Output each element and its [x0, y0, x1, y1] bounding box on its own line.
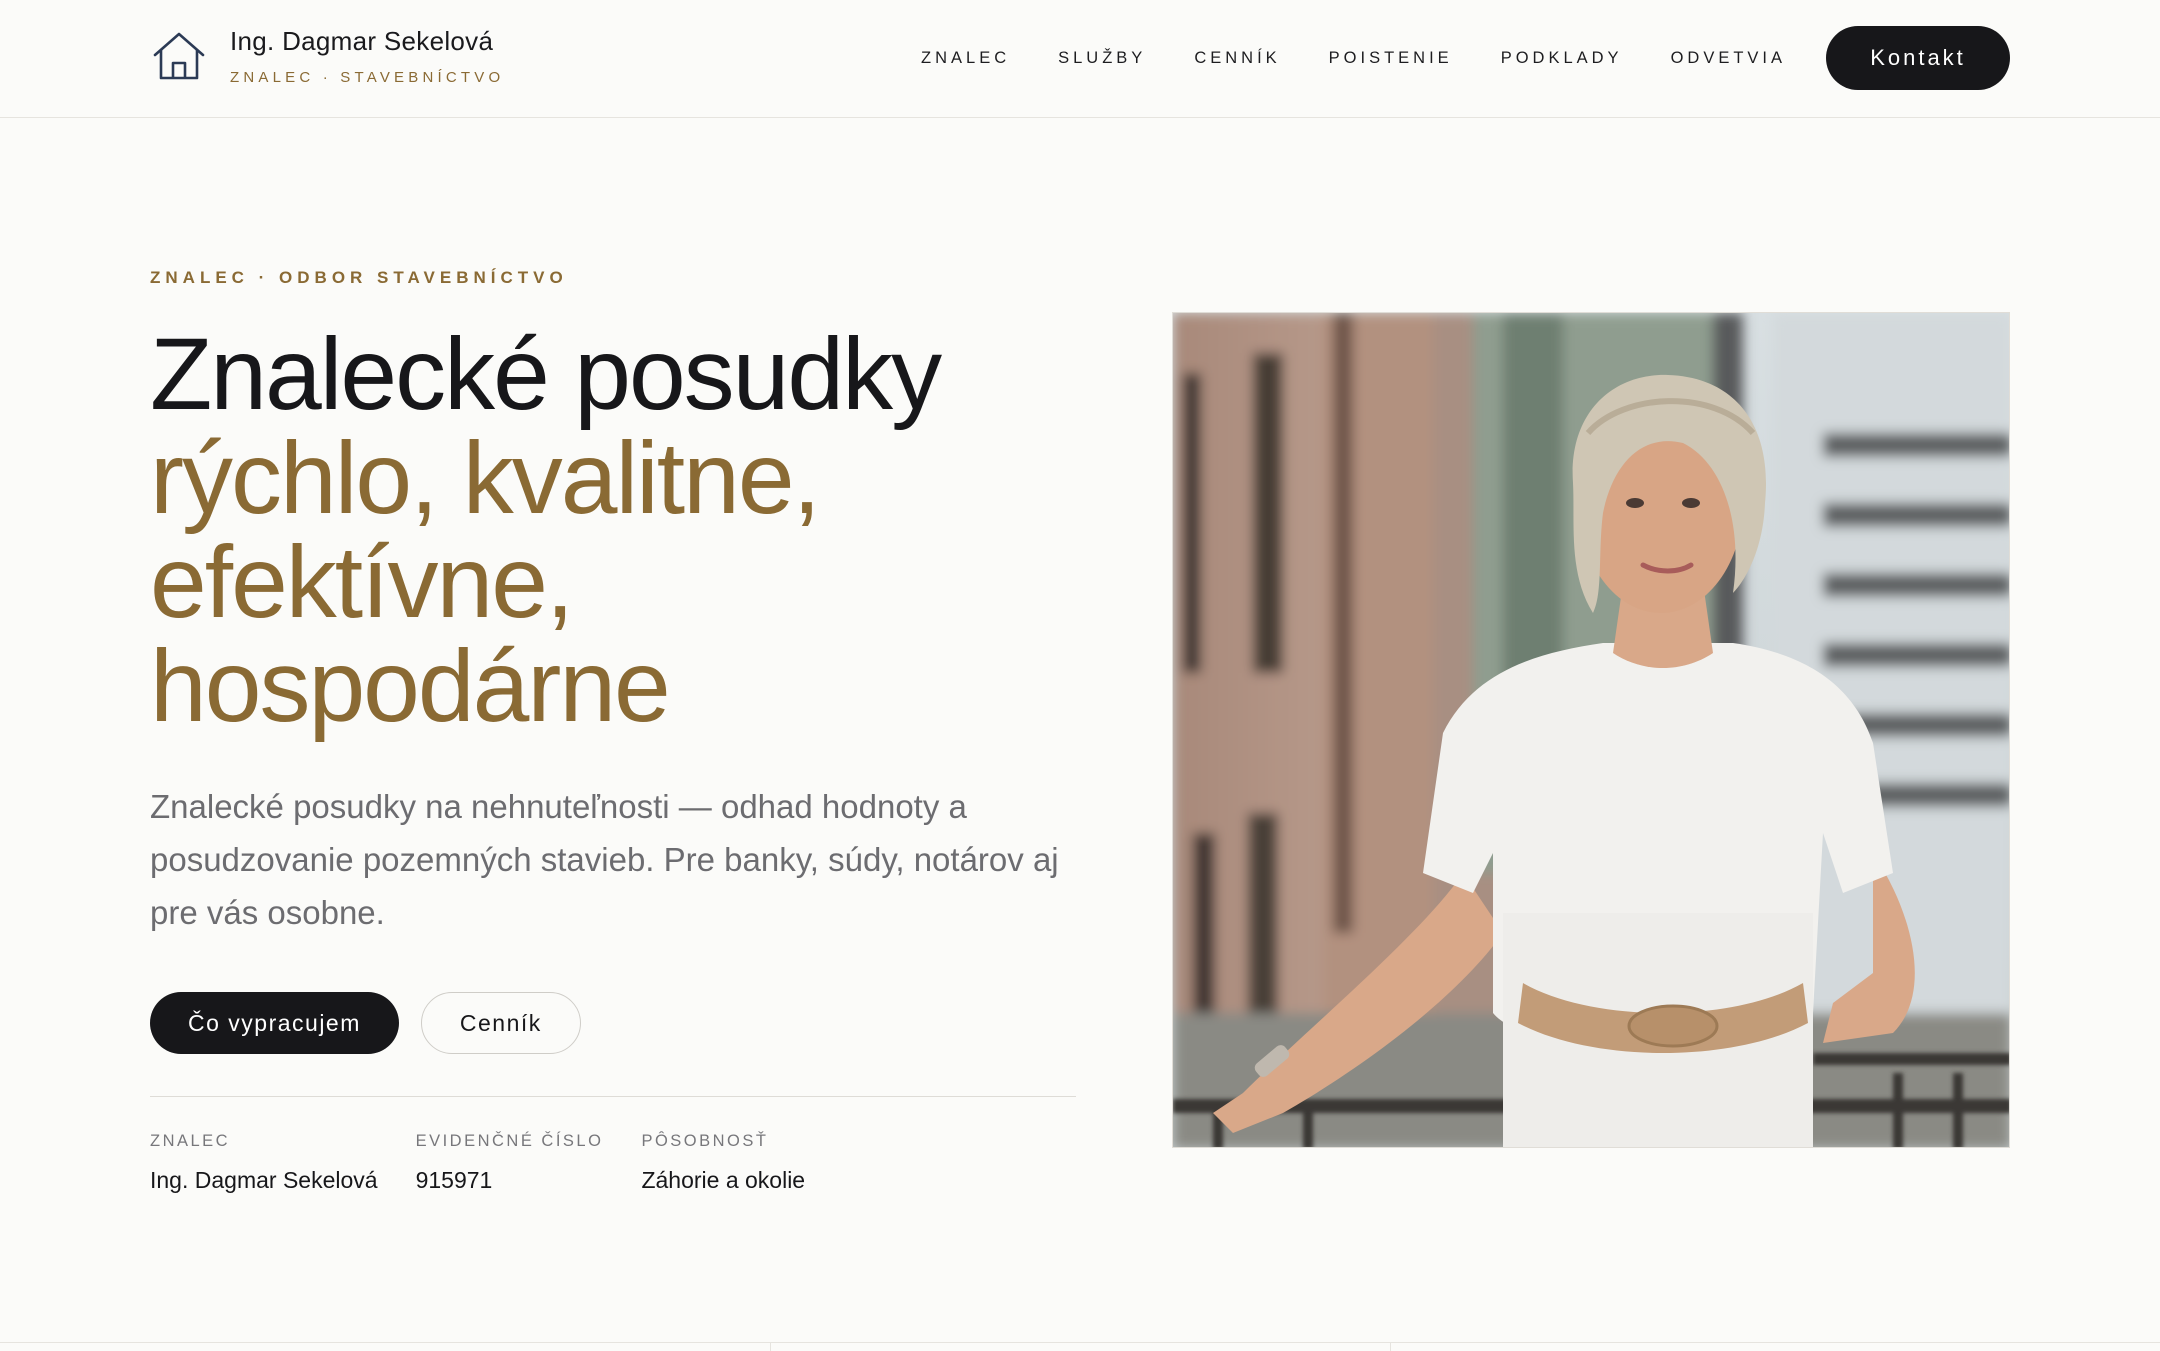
headline-accent-line-3: hospodárne [150, 629, 671, 743]
fact-label: EVIDENČNÉ ČÍSLO [415, 1132, 604, 1150]
services-button[interactable]: Čo vypracujem [150, 992, 399, 1054]
site-header: Ing. Dagmar Sekelová ZNALEC · STAVEBNÍCT… [0, 0, 2160, 118]
brand-tagline: ZNALEC · STAVEBNÍCTVO [230, 69, 505, 86]
brand-text: Ing. Dagmar Sekelová ZNALEC · STAVEBNÍCT… [230, 26, 504, 86]
fact-region: PÔSOBNOSŤ Záhorie a okolie [641, 1132, 805, 1194]
nav-item-odvetvia[interactable]: ODVETVIA [1671, 49, 1786, 68]
kontakt-button[interactable]: Kontakt [1826, 26, 2010, 90]
hero-headline: Znalecké posudky rýchlo, kvalitne, efekt… [150, 322, 1080, 738]
fact-value: Záhorie a okolie [641, 1167, 806, 1193]
hero-eyebrow: ZNALEC · ODBOR STAVEBNÍCTVO [150, 268, 568, 287]
nav-item-znalec[interactable]: ZNALEC [921, 49, 1010, 68]
brand-logo[interactable]: Ing. Dagmar Sekelová ZNALEC · STAVEBNÍCT… [150, 26, 504, 86]
pricing-button[interactable]: Cenník [420, 992, 581, 1054]
main-nav: ZNALEC SLUŽBY CENNÍK POISTENIE PODKLADY … [921, 26, 2010, 90]
hero-facts: ZNALEC Ing. Dagmar Sekelová EVIDENČNÉ ČÍ… [150, 1132, 843, 1194]
fact-label: PÔSOBNOSŤ [641, 1132, 769, 1150]
headline-accent-line-2: efektívne, [150, 525, 574, 639]
headline-accent-line-1: rýchlo, kvalitne, [150, 421, 821, 535]
facts-divider [150, 1096, 1076, 1097]
nav-item-sluzby[interactable]: SLUŽBY [1058, 49, 1146, 68]
headline-line-1: Znalecké posudky [150, 317, 942, 431]
portrait-illustration [1173, 313, 2009, 1147]
hero-cta-row: Čo vypracujem Cenník [150, 992, 581, 1054]
fact-expert: ZNALEC Ing. Dagmar Sekelová [150, 1132, 378, 1194]
fact-registration-number: EVIDENČNÉ ČÍSLO 915971 [416, 1132, 604, 1194]
fact-label: ZNALEC [150, 1132, 231, 1150]
hero-lead: Znalecké posudky na nehnuteľnosti — odha… [150, 788, 1059, 931]
house-icon [153, 32, 205, 80]
fact-value: Ing. Dagmar Sekelová [150, 1167, 378, 1193]
next-section-edge [0, 1342, 2160, 1351]
brand-name: Ing. Dagmar Sekelová [230, 26, 494, 56]
nav-item-podklady[interactable]: PODKLADY [1501, 49, 1623, 68]
fact-value: 915971 [415, 1167, 493, 1193]
nav-item-poistenie[interactable]: POISTENIE [1329, 49, 1453, 68]
nav-item-cennik[interactable]: CENNÍK [1194, 49, 1280, 68]
portrait-photo [1172, 312, 2010, 1148]
